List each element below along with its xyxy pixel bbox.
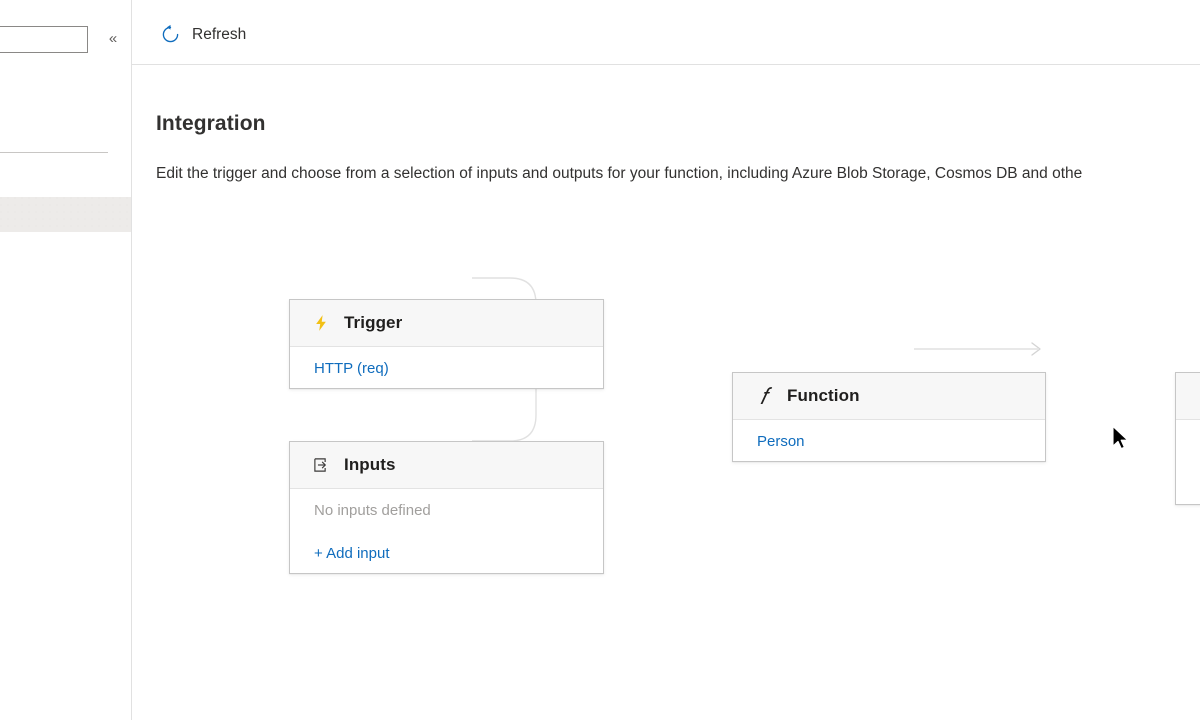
refresh-button[interactable]: Refresh: [160, 24, 246, 45]
trigger-card-header: Trigger: [290, 300, 603, 347]
app-root: « Refresh Integration Edit the trigger a…: [0, 0, 1200, 720]
function-card-title: Function: [787, 386, 860, 405]
trigger-binding-http-req[interactable]: HTTP (req): [290, 347, 603, 390]
italic-f-icon: 𝑓: [759, 383, 768, 409]
function-card-body: Person: [733, 420, 1045, 463]
refresh-icon: [160, 24, 181, 45]
inputs-card-header: Inputs: [290, 442, 603, 489]
output-binding-http-res[interactable]: HTTP (res): [1176, 420, 1200, 463]
outputs-card-body: HTTP (res) + Add output: [1176, 420, 1200, 506]
function-name-person[interactable]: Person: [733, 420, 1045, 463]
sidebar-divider: [0, 152, 108, 153]
trigger-card-title: Trigger: [344, 313, 403, 332]
inputs-card-body: No inputs defined + Add input: [290, 489, 603, 575]
trigger-card-body: HTTP (req): [290, 347, 603, 390]
function-card[interactable]: 𝑓 Function Person: [732, 372, 1046, 462]
add-input-button[interactable]: + Add input: [290, 532, 603, 575]
inputs-card[interactable]: Inputs No inputs defined + Add input: [289, 441, 604, 574]
function-card-header: 𝑓 Function: [733, 373, 1045, 420]
arrow-out-of-box-icon: [1196, 386, 1200, 407]
sidebar-item-integration-selected[interactable]: [0, 197, 131, 232]
lightning-bolt-icon: [310, 313, 331, 334]
add-output-button[interactable]: + Add output: [1176, 463, 1200, 506]
outputs-card-header: Outputs: [1176, 373, 1200, 420]
main-content: Integration Edit the trigger and choose …: [132, 66, 1200, 720]
left-sidebar: «: [0, 0, 132, 720]
inputs-card-title: Inputs: [344, 455, 396, 474]
sidebar-search-input[interactable]: [0, 26, 88, 53]
refresh-button-label: Refresh: [192, 26, 247, 43]
outputs-card[interactable]: Outputs HTTP (res) + Add output: [1175, 372, 1200, 505]
integration-diagram: Trigger HTTP (req) Inputs No inputs defi…: [132, 66, 1200, 720]
command-bar: Refresh: [132, 0, 1200, 65]
arrow-into-box-icon: [310, 455, 331, 476]
inputs-empty-message: No inputs defined: [314, 502, 431, 519]
trigger-card[interactable]: Trigger HTTP (req): [289, 299, 604, 389]
sidebar-collapse-chevron-icon[interactable]: «: [104, 29, 122, 49]
